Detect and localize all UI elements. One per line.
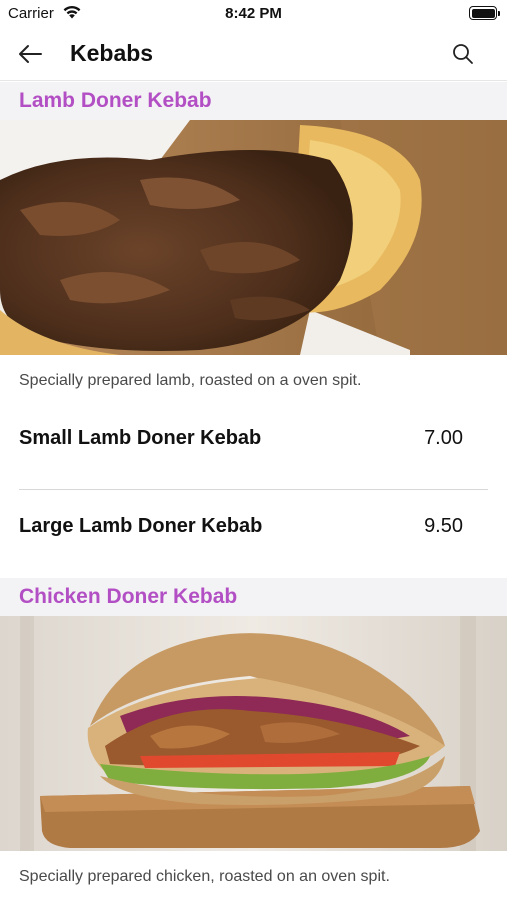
- section-chicken-doner-kebab: Chicken Doner Kebab Specially prepared c…: [0, 578, 507, 898]
- chicken-doner-kebab-photo: [0, 616, 507, 851]
- item-description: Specially prepared lamb, roasted on a ov…: [19, 372, 362, 389]
- section-header: Chicken Doner Kebab: [0, 578, 507, 616]
- back-button[interactable]: [14, 40, 46, 68]
- section-header: Lamb Doner Kebab: [0, 82, 507, 120]
- page-title: Kebabs: [70, 40, 154, 66]
- search-button[interactable]: [449, 40, 477, 68]
- lamb-doner-kebab-photo: [0, 120, 507, 355]
- menu-item-price: 7.00: [424, 427, 463, 449]
- section-lamb-doner-kebab: Lamb Doner Kebab Specially prepared lamb…: [0, 82, 507, 578]
- battery-icon: [469, 6, 500, 20]
- menu-list[interactable]: Lamb Doner Kebab Specially prepared lamb…: [0, 82, 507, 900]
- navigation-bar: Kebabs: [0, 28, 507, 81]
- menu-item-name: Small Lamb Doner Kebab: [19, 427, 262, 449]
- section-title: Chicken Doner Kebab: [19, 585, 238, 608]
- menu-item-row[interactable]: Large Lamb Doner Kebab 9.50: [0, 490, 507, 578]
- menu-item-price: 9.50: [424, 515, 463, 537]
- status-bar: Carrier 8:42 PM: [0, 0, 507, 28]
- arrow-left-icon: [19, 45, 42, 63]
- menu-item-row[interactable]: Small Lamb Doner Kebab 7.00: [0, 402, 507, 490]
- menu-item-name: Large Lamb Doner Kebab: [19, 515, 263, 537]
- search-icon: [453, 44, 473, 64]
- section-title: Lamb Doner Kebab: [19, 89, 212, 112]
- item-description: Specially prepared chicken, roasted on a…: [19, 868, 390, 885]
- status-time: 8:42 PM: [225, 5, 282, 22]
